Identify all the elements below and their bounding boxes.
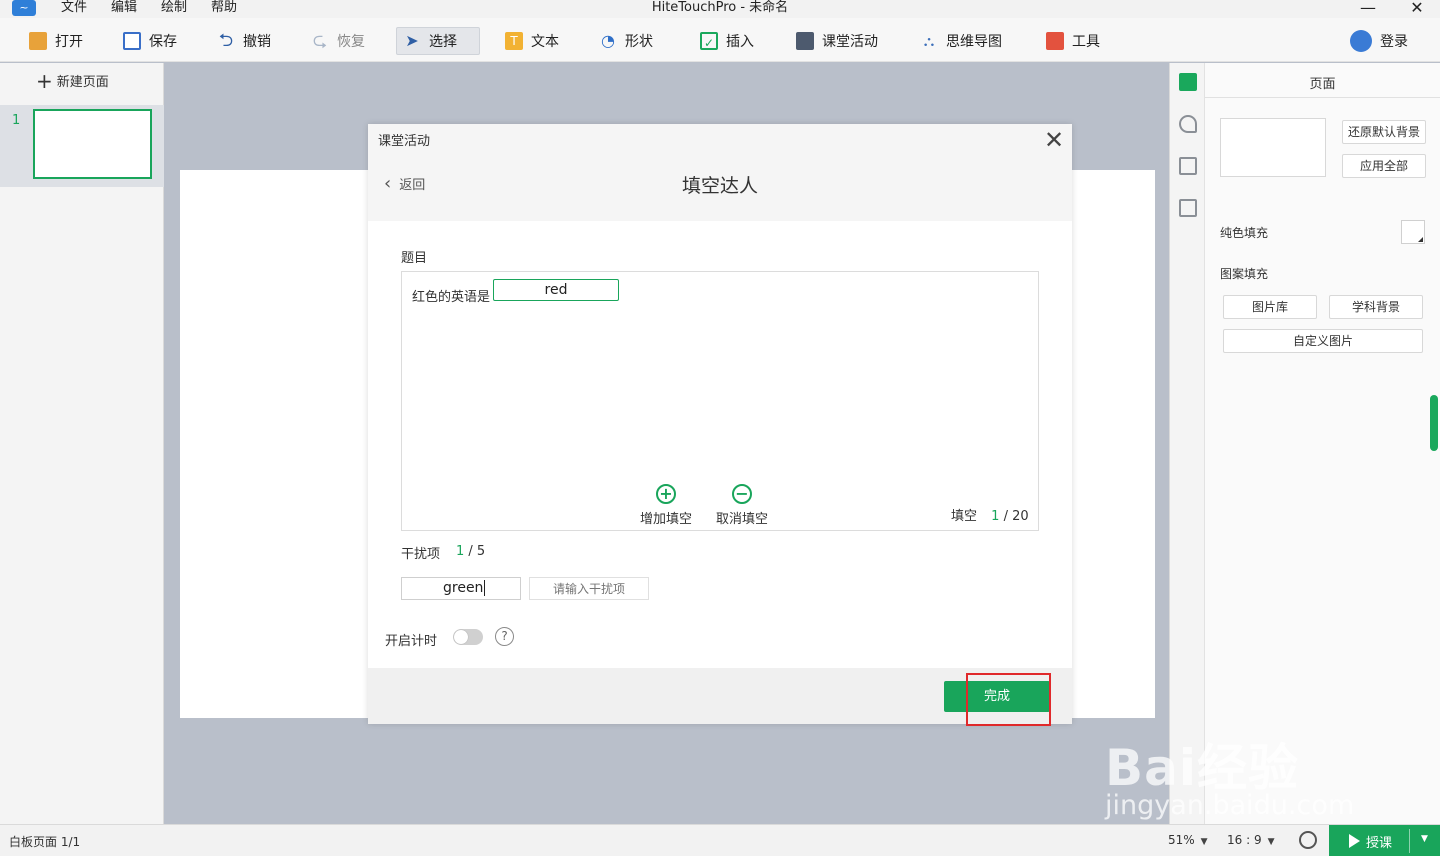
- text-button[interactable]: T 文本: [499, 27, 565, 55]
- mindmap-button[interactable]: ⛬ 思维导图: [914, 27, 1008, 55]
- status-bar: 白板页面 1/1 51% ▼ 16 : 9 ▼ 授课 ▼: [0, 824, 1440, 856]
- mindmap-icon: ⛬: [923, 32, 935, 50]
- distractor-label: 干扰项: [401, 547, 441, 562]
- panel-title: 页面: [1309, 77, 1336, 92]
- chevron-left-icon: ‹: [384, 172, 392, 194]
- help-icon[interactable]: ?: [495, 627, 514, 646]
- watermark-url: jingyan.baidu.com: [1105, 790, 1355, 821]
- redo-button[interactable]: ⮎ 恢复: [305, 27, 371, 55]
- login-button[interactable]: 登录: [1344, 27, 1414, 55]
- add-blank-button[interactable]: + 增加填空: [640, 484, 692, 527]
- remove-blank-button[interactable]: − 取消填空: [716, 484, 768, 527]
- page-info: 白板页面 1/1: [9, 835, 81, 849]
- zoom-select[interactable]: 51% ▼: [1168, 833, 1208, 847]
- select-button[interactable]: ➤ 选择: [396, 27, 480, 55]
- pages-panel: + 新建页面 1: [0, 63, 164, 824]
- minimize-icon[interactable]: —: [1357, 0, 1379, 17]
- play-icon: [1349, 834, 1360, 848]
- apply-all-button[interactable]: 应用全部: [1342, 154, 1426, 178]
- dialog-title: 填空达人: [681, 175, 758, 197]
- panel-scrollbar[interactable]: [1430, 395, 1438, 451]
- back-button[interactable]: ‹ 返回: [384, 174, 425, 193]
- toolbox-icon: [1046, 32, 1064, 50]
- page-properties-panel: 页面 还原默认背景 应用全部 纯色填充 图案填充 图片库 学科背景 自定义图片: [1205, 63, 1440, 824]
- cursor-icon: ➤: [405, 31, 419, 50]
- redo-icon: ⮎: [312, 30, 328, 51]
- classroom-activity-button[interactable]: 课堂活动: [790, 27, 884, 55]
- classroom-activity-dialog: 课堂活动 ✕ ‹ 返回 填空达人 题目 红色的英语是 red + 增加填空 − …: [368, 124, 1072, 726]
- undo-icon: ⮌: [218, 30, 234, 51]
- insert-icon: ✓: [700, 32, 718, 50]
- text-icon: T: [505, 32, 523, 50]
- solid-fill-color-picker[interactable]: [1401, 220, 1425, 244]
- open-button[interactable]: 打开: [23, 27, 89, 55]
- dialog-caption: 课堂活动: [378, 134, 431, 149]
- page-settings-icon[interactable]: [1179, 73, 1197, 91]
- page-thumbnail[interactable]: [33, 109, 152, 179]
- dialog-footer: 完成: [368, 668, 1072, 726]
- shape-icon: ◔: [601, 31, 615, 50]
- subject-bg-button[interactable]: 学科背景: [1329, 295, 1423, 319]
- blank-answer-field[interactable]: red: [493, 279, 619, 301]
- minus-circle-icon: −: [732, 484, 752, 504]
- right-icon-strip: [1169, 63, 1205, 824]
- question-label: 题目: [401, 251, 428, 266]
- page-number: 1: [12, 113, 21, 128]
- question-text: 红色的英语是: [412, 290, 491, 305]
- plus-icon: +: [36, 68, 53, 93]
- restore-default-bg-button[interactable]: 还原默认背景: [1342, 120, 1426, 144]
- close-icon[interactable]: ✕: [1040, 126, 1068, 154]
- menu-draw[interactable]: 绘制: [161, 0, 187, 16]
- menu-help[interactable]: 帮助: [211, 0, 237, 16]
- app-logo-icon: ~: [12, 0, 36, 16]
- save-icon: [123, 32, 141, 50]
- distractor-counter: 1 / 5: [456, 544, 486, 559]
- undo-button[interactable]: ⮌ 撤销: [211, 27, 277, 55]
- blank-counter: 填空 1 / 20: [951, 509, 1029, 524]
- shape-button[interactable]: ◔ 形状: [593, 27, 659, 55]
- distractor-input-1[interactable]: green: [401, 577, 521, 600]
- pin-icon[interactable]: [1179, 115, 1197, 133]
- chevron-down-icon: ▼: [1267, 837, 1275, 847]
- chevron-down-icon: ▼: [1200, 837, 1208, 847]
- timer-label: 开启计时: [385, 634, 438, 649]
- aspect-ratio-select[interactable]: 16 : 9 ▼: [1227, 833, 1275, 847]
- timer-toggle[interactable]: [453, 629, 483, 645]
- plus-circle-icon: +: [656, 484, 676, 504]
- title-bar: ~ 文件 编辑 绘制 帮助 HiteTouchPro - 未命名 — ✕: [0, 0, 1440, 18]
- dialog-header: 课堂活动 ✕ ‹ 返回 填空达人: [368, 124, 1072, 221]
- insert-button[interactable]: ✓ 插入: [694, 27, 760, 55]
- new-page-button[interactable]: + 新建页面: [36, 68, 109, 93]
- close-window-icon[interactable]: ✕: [1406, 0, 1428, 17]
- background-preview: [1220, 118, 1326, 177]
- button-divider: [1409, 829, 1410, 853]
- tools-button[interactable]: 工具: [1040, 27, 1106, 55]
- text-caret: [484, 580, 486, 596]
- gallery-button[interactable]: 图片库: [1223, 295, 1317, 319]
- pattern-fill-label: 图案填充: [1220, 267, 1269, 281]
- panel-divider: [1205, 97, 1440, 98]
- menu-file[interactable]: 文件: [61, 0, 87, 16]
- folder-icon: [29, 32, 47, 50]
- sync-icon[interactable]: [1299, 831, 1317, 849]
- user-avatar-icon: [1350, 30, 1372, 52]
- question-editor[interactable]: 红色的英语是 red + 增加填空 − 取消填空 填空 1 / 20: [401, 271, 1039, 531]
- save-button[interactable]: 保存: [117, 27, 183, 55]
- highlight-annotation: [966, 673, 1051, 726]
- teach-button[interactable]: 授课 ▼: [1329, 825, 1440, 856]
- solid-fill-label: 纯色填充: [1220, 226, 1269, 240]
- page-thumbnail-row[interactable]: 1: [0, 105, 164, 187]
- chevron-down-icon[interactable]: ▼: [1421, 834, 1428, 844]
- activity-icon: [796, 32, 814, 50]
- custom-image-button[interactable]: 自定义图片: [1223, 329, 1423, 353]
- menu-edit[interactable]: 编辑: [111, 0, 137, 16]
- main-toolbar: 打开 保存 ⮌ 撤销 ⮎ 恢复 ➤ 选择 T 文本 ◔ 形状 ✓ 插入 课堂活动…: [0, 18, 1440, 62]
- archive-icon[interactable]: [1179, 199, 1197, 217]
- distractor-input-2[interactable]: [529, 577, 649, 600]
- book-icon[interactable]: [1179, 157, 1197, 175]
